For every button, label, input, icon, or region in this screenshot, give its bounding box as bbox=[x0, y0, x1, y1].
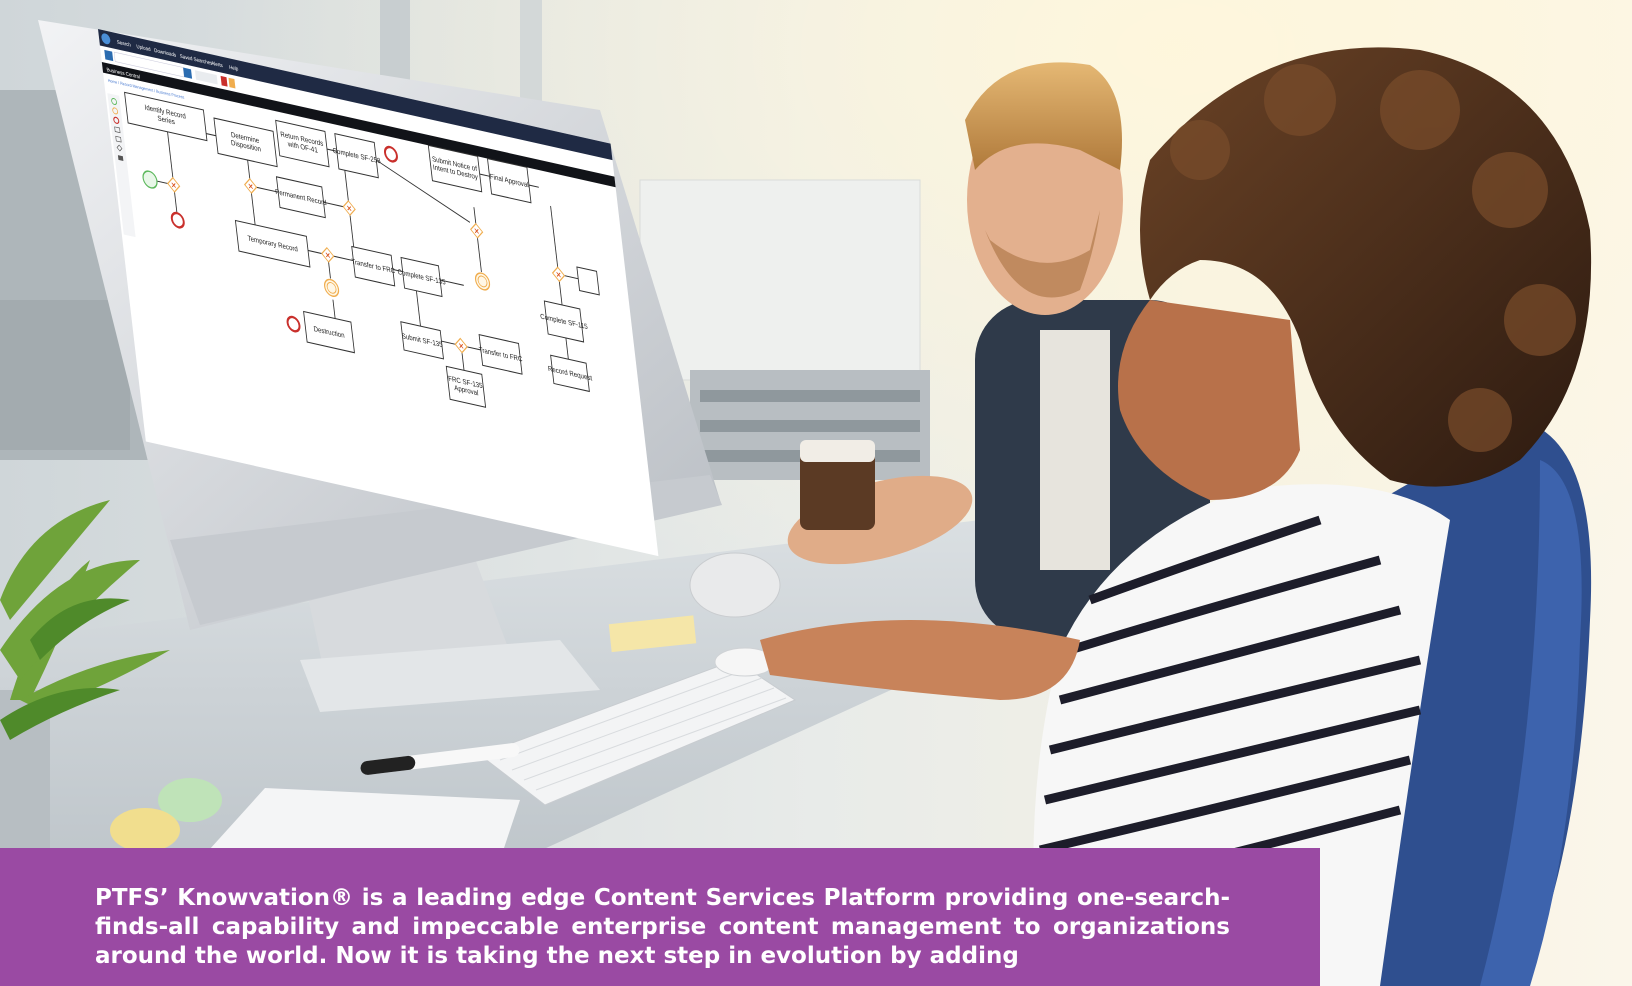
caption-panel: PTFS’ Knowvation® is a leading edge Cont… bbox=[0, 848, 1320, 986]
monitor: Search Upload Downloads Saved Searches A… bbox=[38, 20, 722, 712]
caption-text: PTFS’ Knowvation® is a leading edge Cont… bbox=[95, 885, 1230, 969]
task-right-edge[interactable] bbox=[576, 266, 600, 296]
photo-scene: Search Upload Downloads Saved Searches A… bbox=[0, 0, 1632, 986]
